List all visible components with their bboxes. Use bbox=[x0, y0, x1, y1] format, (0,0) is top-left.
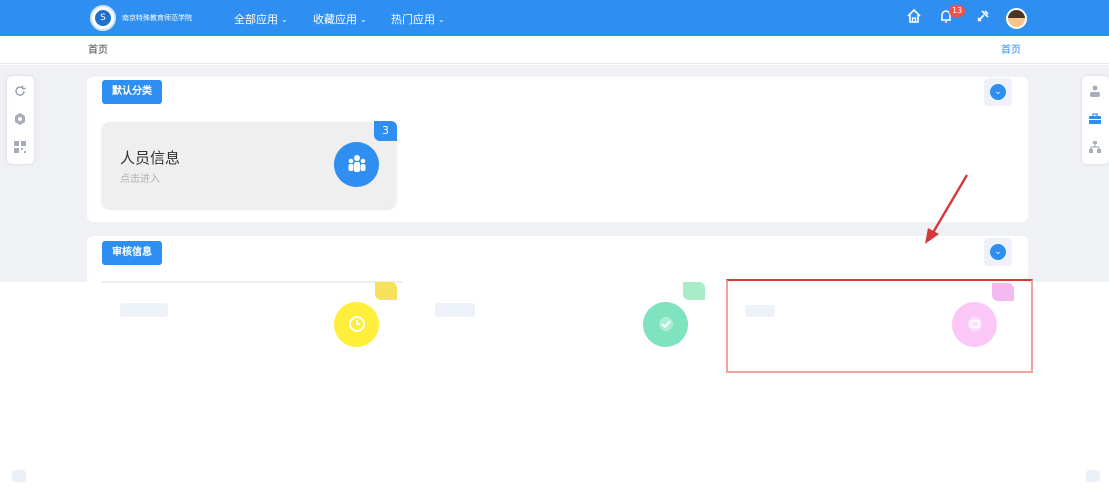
scroll-icon[interactable] bbox=[1086, 470, 1100, 482]
back-to-top-icon[interactable] bbox=[12, 470, 26, 482]
annotation-arrow bbox=[925, 174, 969, 244]
